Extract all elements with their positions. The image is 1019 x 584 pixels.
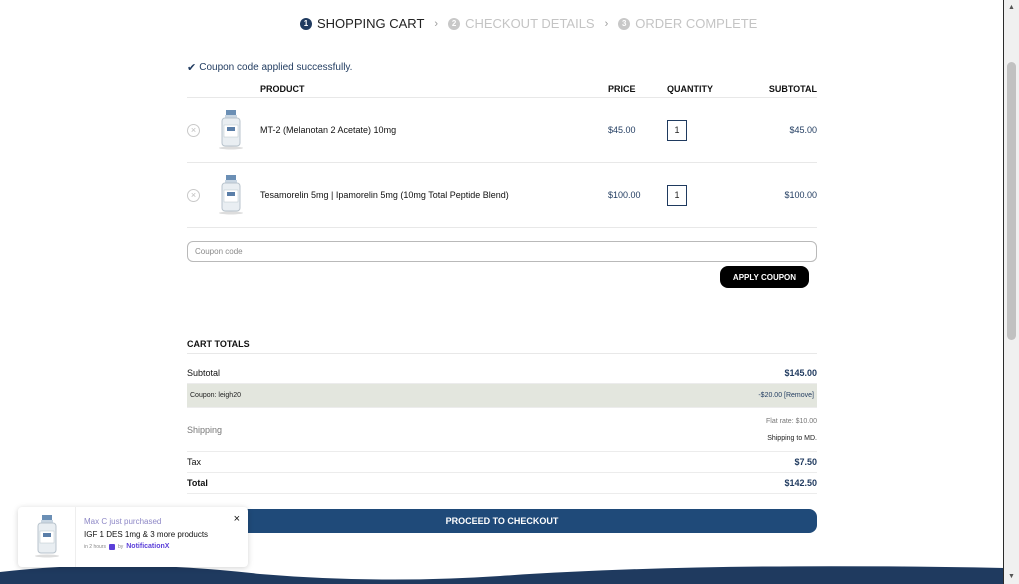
- quantity-cell: 1: [667, 119, 747, 141]
- subtotal-value: $145.00: [784, 367, 817, 378]
- product-thumbnail[interactable]: [206, 172, 256, 218]
- product-price: $45.00: [608, 125, 636, 135]
- product-thumbnail[interactable]: [206, 107, 256, 153]
- notification-product: IGF 1 DES 1mg & 3 more products: [84, 530, 209, 539]
- total-label: Total: [187, 478, 208, 488]
- scrollbar-thumb[interactable]: [1007, 62, 1016, 340]
- checkmark-icon: ✔: [187, 62, 197, 74]
- remove-item-icon[interactable]: ×: [187, 123, 200, 137]
- coupon-row: Coupon: leigh20 -$20.00 [Remove]: [187, 384, 817, 408]
- notification-time: in 2 hours: [84, 543, 106, 550]
- chevron-right-icon: ›: [604, 17, 609, 30]
- tax-value: $7.50: [794, 457, 817, 467]
- header-subtotal: SUBTOTAL: [768, 83, 817, 94]
- step-number: 1: [300, 17, 312, 30]
- shipping-destination: Shipping to MD.: [767, 434, 817, 442]
- shipping-row: Shipping Flat rate: $10.00 Shipping to M…: [187, 408, 817, 452]
- close-icon[interactable]: ×: [234, 513, 240, 525]
- notification-product-image: [18, 507, 76, 567]
- vertical-scrollbar[interactable]: ▲ ▼: [1004, 0, 1019, 584]
- notificationx-logo-icon: [108, 543, 115, 550]
- notification-meta: in 2 hours by NotificationX: [84, 543, 208, 550]
- apply-coupon-button[interactable]: APPLY COUPON: [720, 266, 809, 288]
- product-price: $100.00: [608, 190, 641, 200]
- notification-text: Max C just purchased IGF 1 DES 1mg & 3 m…: [76, 507, 208, 567]
- header-price: PRICE: [608, 83, 636, 94]
- purchase-notification[interactable]: Max C just purchased IGF 1 DES 1mg & 3 m…: [18, 507, 248, 567]
- step-number: 3: [618, 17, 631, 30]
- shipping-label: Shipping: [187, 424, 223, 435]
- product-subtotal: $45.00: [789, 125, 817, 135]
- total-row: Total $142.50: [187, 473, 817, 494]
- subtotal-label: Subtotal: [187, 367, 221, 378]
- table-row: × Tesamorelin 5mg | Ipamorelin 5mg (10mg…: [187, 163, 817, 228]
- notification-buyer: Max C just purchased: [84, 517, 162, 526]
- total-value: $142.50: [784, 478, 817, 488]
- product-name-link[interactable]: MT-2 (Melanotan 2 Acetate) 10mg: [260, 125, 608, 135]
- tax-row: Tax $7.50: [187, 452, 817, 473]
- cart-totals-title: CART TOTALS: [187, 336, 817, 354]
- checkout-steps: 1 SHOPPING CART › 2 CHECKOUT DETAILS › 3…: [300, 16, 757, 31]
- step-shopping-cart[interactable]: 1 SHOPPING CART: [300, 16, 424, 31]
- step-checkout-details[interactable]: 2 CHECKOUT DETAILS: [448, 16, 595, 31]
- product-name-link[interactable]: Tesamorelin 5mg | Ipamorelin 5mg (10mg T…: [260, 190, 608, 200]
- coupon-label: Coupon: leigh20: [190, 392, 241, 399]
- shipping-rate: Flat rate: $10.00: [766, 417, 817, 425]
- step-label: SHOPPING CART: [317, 16, 425, 31]
- step-order-complete[interactable]: 3 ORDER COMPLETE: [618, 16, 757, 31]
- scroll-up-arrow-icon[interactable]: ▲: [1004, 0, 1019, 15]
- header-product: PRODUCT: [260, 83, 305, 94]
- proceed-to-checkout-button[interactable]: PROCEED TO CHECKOUT: [187, 509, 817, 533]
- header-quantity: QUANTITY: [667, 83, 713, 94]
- quantity-input[interactable]: 1: [667, 184, 687, 206]
- remove-item-icon[interactable]: ×: [187, 188, 200, 202]
- remove-coupon-link[interactable]: -$20.00 [Remove]: [758, 392, 814, 399]
- chevron-right-icon: ›: [434, 17, 439, 30]
- step-label: ORDER COMPLETE: [635, 16, 758, 31]
- shipping-details: Flat rate: $10.00 Shipping to MD.: [766, 413, 817, 447]
- coupon-code-input[interactable]: Coupon code: [187, 241, 817, 262]
- tax-label: Tax: [187, 457, 202, 467]
- subtotal-row: Subtotal $145.00: [187, 354, 817, 384]
- cart-totals: CART TOTALS Subtotal $145.00 Coupon: lei…: [187, 336, 817, 494]
- step-label: CHECKOUT DETAILS: [465, 16, 595, 31]
- product-subtotal: $100.00: [784, 190, 817, 200]
- notification-brand[interactable]: NotificationX: [126, 543, 169, 550]
- success-notice: ✔ Coupon code applied successfully.: [187, 61, 352, 74]
- step-number: 2: [448, 17, 461, 30]
- scroll-down-arrow-icon[interactable]: ▼: [1004, 569, 1019, 584]
- cart-table: PRODUCT PRICE QUANTITY SUBTOTAL × MT-2 (…: [187, 80, 817, 228]
- table-row: × MT-2 (Melanotan 2 Acetate) 10mg $45.00…: [187, 98, 817, 163]
- notice-text: Coupon code applied successfully.: [199, 62, 353, 73]
- quantity-input[interactable]: 1: [667, 119, 687, 141]
- cart-table-header: PRODUCT PRICE QUANTITY SUBTOTAL: [187, 80, 817, 98]
- notification-by: by: [117, 543, 124, 550]
- quantity-cell: 1: [667, 184, 747, 206]
